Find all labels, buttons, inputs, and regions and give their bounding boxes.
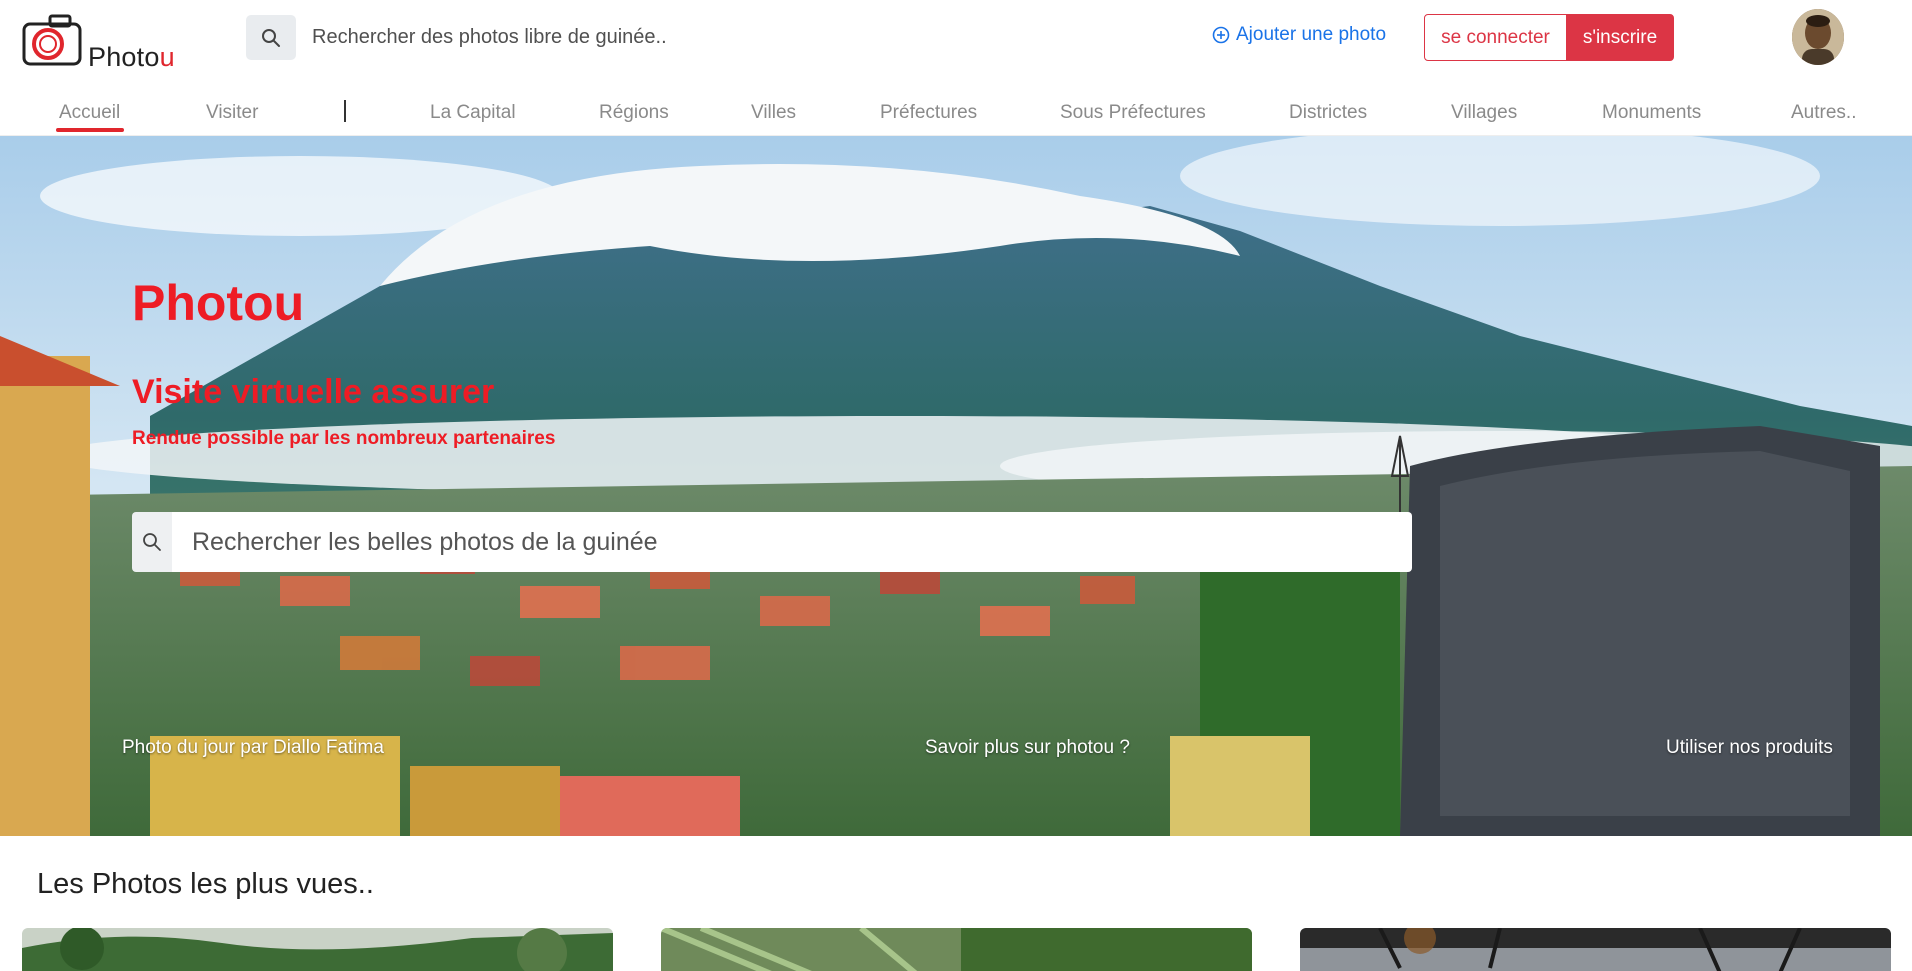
photo-card[interactable] <box>661 928 1252 971</box>
nav-item-monuments[interactable]: Monuments <box>1602 102 1701 124</box>
learn-more-link[interactable]: Savoir plus sur photou ? <box>925 737 1130 759</box>
nav-item-visiter[interactable]: Visiter <box>206 102 258 124</box>
nav-item-villes[interactable]: Villes <box>751 102 796 124</box>
hero-search-bar <box>132 512 1412 572</box>
photo-thumbnail <box>661 928 1252 971</box>
photo-of-day-link[interactable]: Photo du jour par Diallo Fatima <box>122 737 384 759</box>
search-icon <box>262 28 280 47</box>
brand-logo[interactable]: Photou <box>22 12 192 72</box>
nav-item-autres[interactable]: Autres.. <box>1791 102 1856 124</box>
hero-subtitle: Visite virtuelle assurer <box>132 373 495 411</box>
hero-search-input[interactable] <box>172 512 1412 572</box>
add-photo-link[interactable]: Ajouter une photo <box>1212 24 1386 46</box>
active-tab-indicator <box>56 128 124 132</box>
login-button[interactable]: se connecter <box>1424 14 1567 61</box>
nav-item-accueil[interactable]: Accueil <box>59 102 120 124</box>
plus-circle-icon <box>1212 26 1230 44</box>
photo-card[interactable] <box>1300 928 1891 971</box>
search-icon <box>143 533 161 551</box>
top-header: Photou Ajouter une photo se connecter s'… <box>0 0 1912 78</box>
nav-item-districtes[interactable]: Districtes <box>1289 102 1367 124</box>
hero-banner: Photou Visite virtuelle assurer Rendue p… <box>0 136 1912 836</box>
photo-card[interactable] <box>22 928 613 971</box>
nav-separator <box>344 100 346 122</box>
category-nav: Accueil Visiter La Capital Régions Ville… <box>0 88 1912 136</box>
brand-name: Photou <box>88 42 175 72</box>
signup-button[interactable]: s'inscrire <box>1566 14 1674 61</box>
header-search-input[interactable] <box>300 15 860 60</box>
photo-thumbnail <box>1300 928 1891 971</box>
nav-item-regions[interactable]: Régions <box>599 102 669 124</box>
hero-landscape-image <box>0 136 1912 836</box>
photo-thumbnail <box>22 928 613 971</box>
add-photo-label: Ajouter une photo <box>1236 24 1387 45</box>
most-viewed-heading: Les Photos les plus vues.. <box>37 868 374 900</box>
avatar-image <box>1792 9 1844 65</box>
hero-search-button[interactable] <box>132 512 172 572</box>
nav-item-la-capital[interactable]: La Capital <box>430 102 516 124</box>
camera-logo-icon <box>22 14 82 66</box>
products-link[interactable]: Utiliser nos produits <box>1666 737 1833 759</box>
nav-item-sous-prefectures[interactable]: Sous Préfectures <box>1060 102 1206 124</box>
user-avatar[interactable] <box>1792 9 1844 65</box>
header-search-button[interactable] <box>246 15 296 60</box>
nav-item-prefectures[interactable]: Préfectures <box>880 102 977 124</box>
nav-item-villages[interactable]: Villages <box>1451 102 1517 124</box>
hero-title: Photou <box>132 275 305 331</box>
hero-tagline: Rendue possible par les nombreux partena… <box>132 428 556 449</box>
